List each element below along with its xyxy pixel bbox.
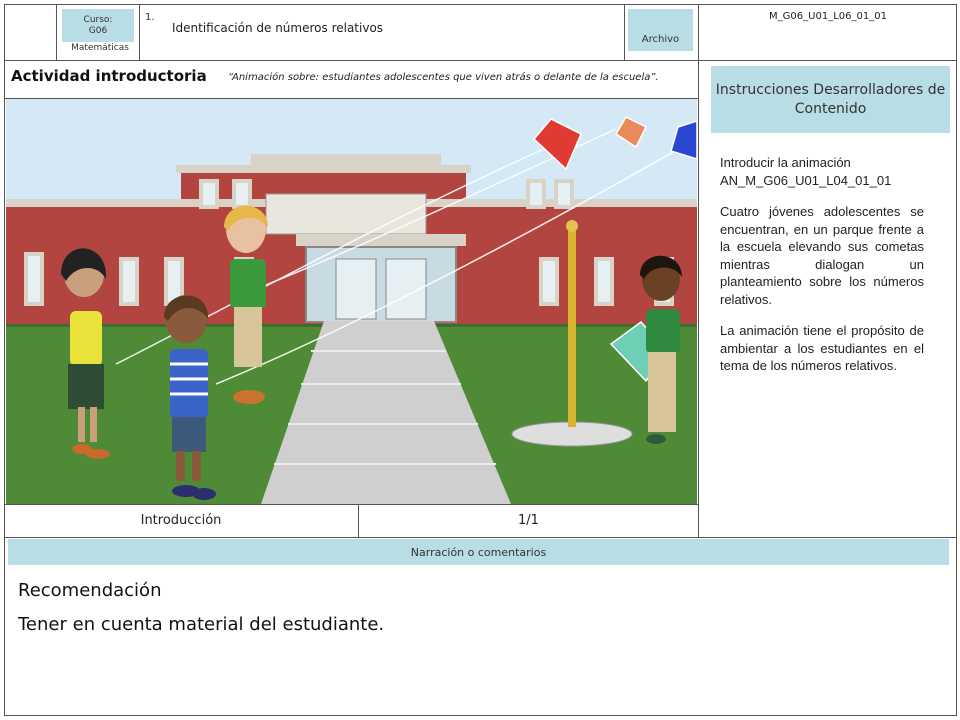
instructions-p3: La animación tiene el propósito de ambie…	[720, 323, 924, 373]
animation-illustration	[6, 99, 697, 504]
recommendation-text: Tener en cuenta material del estudiante.	[18, 614, 385, 635]
activity-subtitle: “Animación sobre: estudiantes adolescent…	[228, 72, 659, 83]
instructions-text: Introducir la animación AN_M_G06_U01_L04…	[720, 154, 924, 389]
archivo-label: Archivo	[641, 34, 680, 45]
subject-label: Matemáticas	[71, 43, 129, 53]
course-badge: Curso: G06	[62, 9, 134, 42]
archivo-badge: Archivo	[628, 9, 693, 51]
course-value: G06	[88, 25, 108, 36]
document-code: M_G06_U01_L06_01_01	[769, 11, 887, 22]
instructions-p1: Introducir la animación AN_M_G06_U01_L04…	[720, 155, 892, 188]
instructions-heading: Instrucciones Desarrolladores de Conteni…	[715, 81, 946, 117]
recommendation-title: Recomendación	[18, 580, 162, 601]
instructions-p2: Cuatro jóvenes adolescentes se encuentra…	[720, 204, 924, 307]
lesson-title: Identificación de números relativos	[172, 21, 384, 35]
section-label: Introducción	[140, 513, 222, 528]
narration-heading: Narración o comentarios	[410, 545, 547, 559]
lesson-number: 1.	[145, 12, 155, 23]
instructions-heading-box: Instrucciones Desarrolladores de Conteni…	[711, 66, 950, 133]
activity-title: Actividad introductoria	[11, 67, 207, 85]
narration-heading-box: Narración o comentarios	[8, 539, 949, 565]
page-counter: 1/1	[518, 513, 539, 528]
course-label: Curso:	[83, 14, 113, 25]
